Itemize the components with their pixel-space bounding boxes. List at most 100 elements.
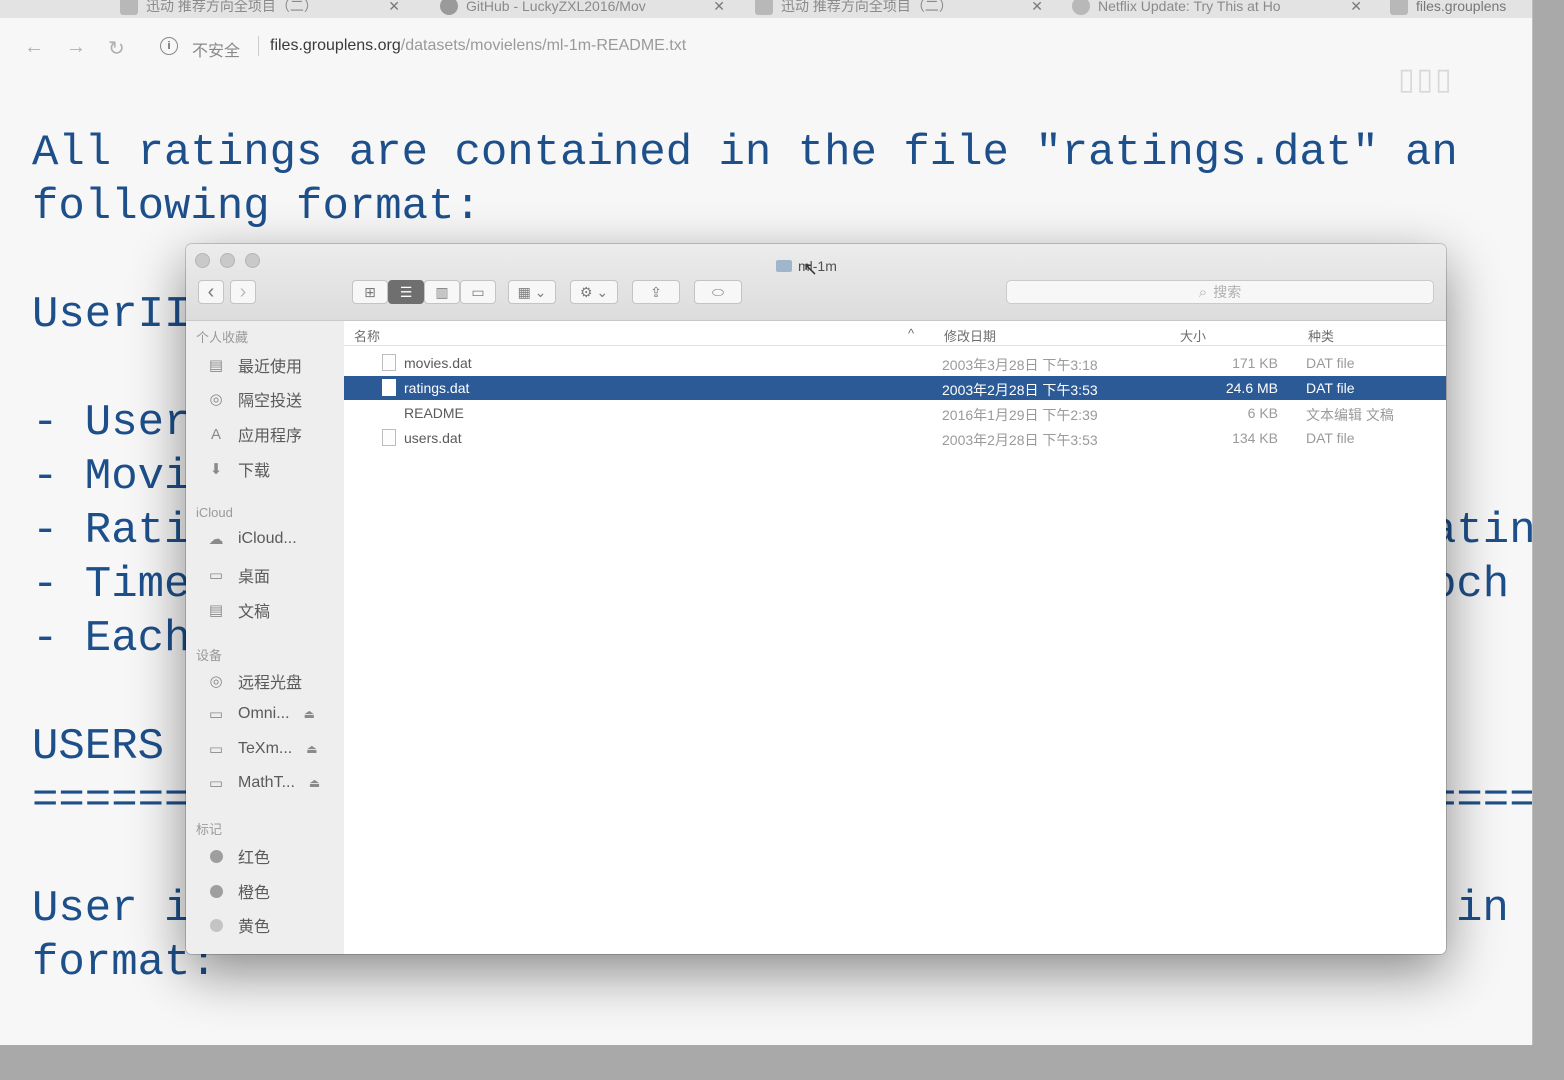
tab-favicon xyxy=(120,0,138,15)
file-list: 名称 ^ 修改日期 大小 种类 movies.dat 2003年3月28日 下午… xyxy=(344,321,1446,954)
sidebar-item-label: 红色 xyxy=(238,850,271,867)
eject-icon[interactable]: ⏏ xyxy=(304,707,315,721)
column-kind[interactable]: 种类 xyxy=(1308,326,1334,345)
sort-arrow-icon: ^ xyxy=(908,326,915,341)
column-header: 名称 ^ 修改日期 大小 种类 xyxy=(344,321,1446,346)
file-date: 2016年1月29日 下午2:39 xyxy=(942,407,1098,423)
file-row-ratings[interactable]: ratings.dat 2003年2月28日 下午3:53 24.6 MB DA… xyxy=(344,376,1446,400)
url-field[interactable]: files.grouplens.org/datasets/movielens/m… xyxy=(270,37,686,55)
info-icon[interactable]: i xyxy=(160,37,178,55)
action-gear-button[interactable]: ⚙ ⌄ xyxy=(570,280,618,304)
file-icon xyxy=(382,429,396,446)
eject-icon[interactable]: ⏏ xyxy=(306,742,317,756)
sidebar-item-recents[interactable]: ▤ 最近使用 xyxy=(206,353,302,377)
sidebar-item-label: MathT... xyxy=(238,774,295,791)
readme-line: - User xyxy=(32,398,191,448)
column-date-modified[interactable]: 修改日期 xyxy=(944,326,996,345)
sidebar-item-label: 黄色 xyxy=(238,919,271,936)
tab-title: Netflix Update: Try This at Ho xyxy=(1098,0,1281,14)
sidebar-item-omni[interactable]: ▭ Omni... ⏏ xyxy=(206,704,315,724)
address-bar: ← → ↻ i 不安全 files.grouplens.org/datasets… xyxy=(0,18,1532,76)
file-name: ratings.dat xyxy=(404,380,470,396)
sidebar-item-texmaker[interactable]: ▭ TeXm... ⏏ xyxy=(206,739,318,759)
back-arrow-icon[interactable]: ← xyxy=(24,36,44,59)
file-row-users[interactable]: users.dat 2003年2月28日 下午3:53 134 KB DAT f… xyxy=(344,426,1446,450)
share-button[interactable]: ⇪ xyxy=(632,280,680,304)
reload-icon[interactable]: ↻ xyxy=(108,36,125,61)
forward-arrow-icon[interactable]: → xyxy=(66,36,86,59)
security-label[interactable]: 不安全 xyxy=(192,37,240,61)
file-size: 6 KB xyxy=(1247,405,1278,421)
github-icon xyxy=(440,0,458,15)
tab-3[interactable]: 迅动 推荐方向全项目（二） ✕ xyxy=(755,0,1043,18)
readme-line: - Time xyxy=(32,560,191,610)
minimize-window-button[interactable] xyxy=(220,253,235,268)
coverflow-view-button[interactable]: ▭ xyxy=(460,280,496,304)
tab-close-icon[interactable]: ✕ xyxy=(1031,0,1043,15)
search-placeholder: 搜索 xyxy=(1213,284,1242,300)
finder-titlebar[interactable]: ml-1m ↖ ‹ › ⊞ ☰ ▥ ▭ ▦ ⌄ ⚙ ⌄ ⇪ ⬭ ⌕ 搜索 xyxy=(186,244,1446,321)
sidebar-item-remote-disc[interactable]: ◎ 远程光盘 xyxy=(206,669,302,693)
extension-icon[interactable]: ▯▯▯ xyxy=(1398,62,1454,97)
tab-2[interactable]: GitHub - LuckyZXL2016/Mov ✕ xyxy=(440,0,725,18)
sidebar-item-icloud-drive[interactable]: ☁ iCloud... xyxy=(206,529,297,549)
eject-icon[interactable]: ⏏ xyxy=(309,776,320,790)
desktop-icon: ▭ xyxy=(208,567,224,584)
forward-button[interactable]: › xyxy=(230,280,256,304)
icon-view-button[interactable]: ⊞ xyxy=(352,280,388,304)
divider xyxy=(258,36,259,56)
tab-bar: 迅动 推荐方向全项目（二） ✕ GitHub - LuckyZXL2016/Mo… xyxy=(0,0,1532,18)
tab-5-active[interactable]: files.grouplens xyxy=(1390,0,1532,18)
readme-fragment: in xyxy=(1456,884,1509,934)
sidebar-item-label: TeXm... xyxy=(238,740,293,757)
sidebar-item-tag-red[interactable]: 红色 xyxy=(206,844,270,868)
zoom-window-button[interactable] xyxy=(245,253,260,268)
file-row-movies[interactable]: movies.dat 2003年3月28日 下午3:18 171 KB DAT … xyxy=(344,351,1446,375)
airdrop-icon: ◎ xyxy=(209,391,223,408)
sidebar-item-desktop[interactable]: ▭ 桌面 xyxy=(206,563,270,587)
column-view-button[interactable]: ▥ xyxy=(424,280,460,304)
tab-title: 迅动 推荐方向全项目（二） xyxy=(781,0,953,14)
file-size: 171 KB xyxy=(1232,355,1278,371)
downloads-icon: ⬇ xyxy=(209,461,223,478)
back-button[interactable]: ‹ xyxy=(198,280,224,304)
file-row-readme[interactable]: README 2016年1月29日 下午2:39 6 KB 文本编辑 文稿 xyxy=(344,401,1446,425)
tags-button[interactable]: ⬭ xyxy=(694,280,742,304)
tab-title: 迅动 推荐方向全项目（二） xyxy=(146,0,318,14)
sidebar-item-airdrop[interactable]: ◎ 隔空投送 xyxy=(206,387,302,411)
sidebar-item-downloads[interactable]: ⬇ 下载 xyxy=(206,457,270,481)
drive-icon: ▭ xyxy=(208,741,224,758)
tab-close-icon[interactable]: ✕ xyxy=(1350,0,1362,15)
list-view-button[interactable]: ☰ xyxy=(388,280,424,304)
sidebar-item-documents[interactable]: ▤ 文稿 xyxy=(206,598,270,622)
file-date: 2003年3月28日 下午3:18 xyxy=(942,357,1098,373)
close-window-button[interactable] xyxy=(195,253,210,268)
column-size[interactable]: 大小 xyxy=(1180,326,1206,345)
sidebar-item-tag-orange[interactable]: 橙色 xyxy=(206,879,270,903)
column-name[interactable]: 名称 xyxy=(354,326,380,345)
file-size: 24.6 MB xyxy=(1225,380,1278,396)
tab-1[interactable]: 迅动 推荐方向全项目（二） ✕ xyxy=(120,0,400,18)
window-title: ml-1m ↖ xyxy=(776,251,837,280)
tab-close-icon[interactable]: ✕ xyxy=(388,0,400,15)
tag-dot-icon xyxy=(206,846,226,866)
readme-line: - Movi xyxy=(32,452,191,502)
drive-icon: ▭ xyxy=(208,775,224,792)
sidebar-item-label: 下载 xyxy=(238,463,271,480)
sidebar-item-mathtype[interactable]: ▭ MathT... ⏏ xyxy=(206,773,320,793)
file-name: README xyxy=(404,405,464,421)
tab-close-icon[interactable]: ✕ xyxy=(713,0,725,15)
file-name: movies.dat xyxy=(404,355,472,371)
sidebar-item-label: 橙色 xyxy=(238,885,271,902)
readme-line: - Rati xyxy=(32,506,191,556)
arrange-button[interactable]: ▦ ⌄ xyxy=(508,280,556,304)
search-field[interactable]: ⌕ 搜索 xyxy=(1006,280,1434,304)
disc-icon: ◎ xyxy=(209,673,223,690)
readme-line: UserII xyxy=(32,290,191,340)
file-date: 2003年2月28日 下午3:53 xyxy=(942,432,1098,448)
sidebar-item-tag-yellow[interactable]: 黄色 xyxy=(206,913,270,937)
sidebar-header-tags: 标记 xyxy=(196,822,223,837)
tab-4[interactable]: Netflix Update: Try This at Ho ✕ xyxy=(1072,0,1362,18)
sidebar-item-applications[interactable]: A 应用程序 xyxy=(206,422,302,446)
url-host: files.grouplens.org xyxy=(270,37,401,54)
